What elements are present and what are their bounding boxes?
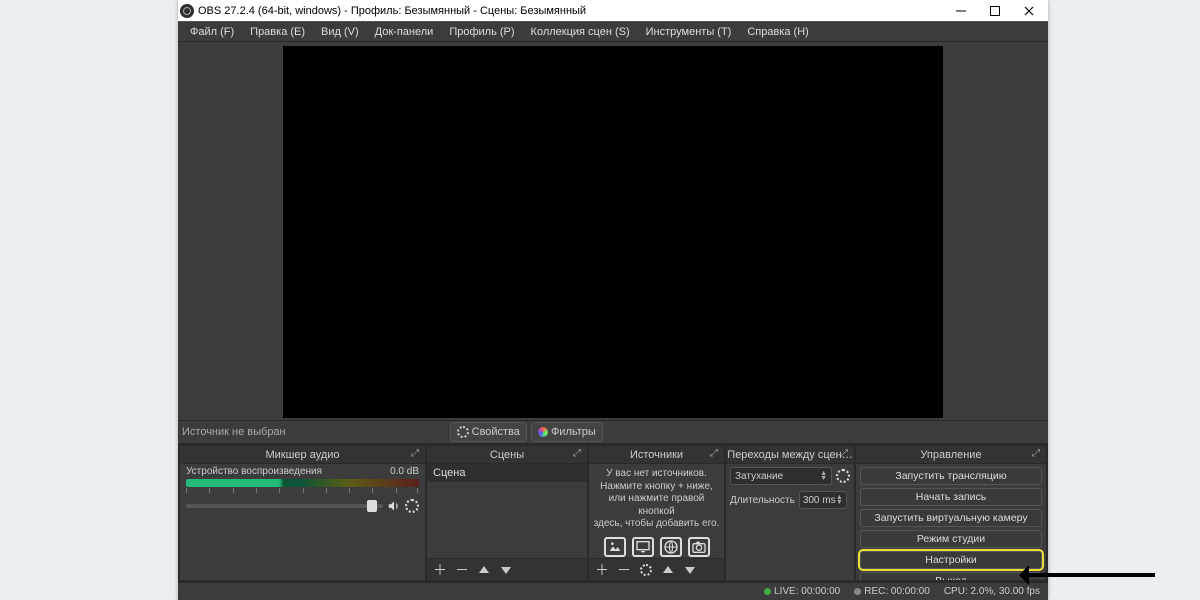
- close-button[interactable]: [1012, 0, 1046, 21]
- display-source-icon: [632, 537, 654, 557]
- detach-icon[interactable]: ⤢: [1030, 448, 1042, 460]
- source-toolbar: Источник не выбран Свойства Фильтры: [178, 420, 1048, 444]
- scenes-title: Сцены: [490, 449, 524, 461]
- menubar: Файл (F) Правка (E) Вид (V) Док-панели П…: [178, 21, 1048, 42]
- scenes-list[interactable]: Сцена: [427, 464, 587, 558]
- properties-label: Свойства: [472, 426, 520, 438]
- transition-select[interactable]: Затухание ▲▼: [730, 467, 832, 485]
- speaker-icon[interactable]: [387, 499, 401, 513]
- detach-icon[interactable]: ⤢: [571, 448, 583, 460]
- scene-down-button[interactable]: [497, 561, 515, 579]
- obs-logo-icon: [180, 4, 194, 18]
- titlebar: OBS 27.2.4 (64-bit, windows) - Профиль: …: [178, 0, 1048, 21]
- live-status: LIVE: 00:00:00: [764, 586, 840, 597]
- sources-list[interactable]: У вас нет источников. Нажмите кнопку + н…: [589, 464, 724, 558]
- dock-transitions: Переходы между сцен… ⤢ Затухание ▲▼ Длит…: [726, 446, 854, 580]
- preview-canvas[interactable]: [283, 46, 943, 418]
- audio-device-label: Устройство воспроизведения: [186, 466, 322, 477]
- add-scene-button[interactable]: ＋: [431, 561, 449, 579]
- source-properties-button[interactable]: [637, 561, 655, 579]
- start-vcam-button[interactable]: Запустить виртуальную камеру: [860, 509, 1042, 527]
- duration-input[interactable]: 300 ms ▲▼: [799, 491, 847, 509]
- add-source-button[interactable]: ＋: [593, 561, 611, 579]
- scene-up-button[interactable]: [475, 561, 493, 579]
- source-down-button[interactable]: [681, 561, 699, 579]
- audio-channel: Устройство воспроизведения 0.0 dB: [180, 464, 425, 513]
- rec-status: REC: 00:00:00: [854, 586, 930, 597]
- dock-sources: Источники ⤢ У вас нет источников. Нажмит…: [589, 446, 724, 580]
- audio-mixer-title: Микшер аудио: [265, 449, 339, 461]
- window-buttons: [944, 0, 1046, 21]
- audio-ticks: [186, 488, 419, 496]
- window-title: OBS 27.2.4 (64-bit, windows) - Профиль: …: [198, 5, 944, 17]
- camera-source-icon: [688, 537, 710, 557]
- duration-label: Длительность: [730, 495, 795, 506]
- remove-scene-button[interactable]: －: [453, 561, 471, 579]
- dock-audio-mixer: Микшер аудио ⤢ Устройство воспроизведени…: [180, 446, 425, 580]
- menu-edit[interactable]: Правка (E): [242, 24, 313, 40]
- scene-item[interactable]: Сцена: [427, 464, 587, 483]
- browser-source-icon: [660, 537, 682, 557]
- menu-tools[interactable]: Инструменты (T): [638, 24, 740, 40]
- properties-button[interactable]: Свойства: [450, 422, 527, 442]
- source-type-icons: [589, 533, 724, 559]
- gear-icon: [457, 426, 469, 438]
- sources-empty-message: У вас нет источников. Нажмите кнопку + н…: [589, 464, 724, 533]
- detach-icon[interactable]: ⤢: [708, 448, 720, 460]
- transitions-title: Переходы между сцен…: [727, 449, 852, 461]
- obs-window: OBS 27.2.4 (64-bit, windows) - Профиль: …: [178, 0, 1048, 600]
- filter-icon: [538, 427, 548, 437]
- cpu-status: CPU: 2.0%, 30.00 fps: [944, 586, 1040, 597]
- record-icon: [854, 588, 861, 595]
- start-stream-button[interactable]: Запустить трансляцию: [860, 467, 1042, 485]
- minimize-button[interactable]: [944, 0, 978, 21]
- detach-icon[interactable]: ⤢: [409, 448, 421, 460]
- start-record-button[interactable]: Начать запись: [860, 488, 1042, 506]
- menu-view[interactable]: Вид (V): [313, 24, 367, 40]
- gear-icon[interactable]: [836, 469, 850, 483]
- preview-area: [178, 42, 1048, 420]
- transition-value: Затухание: [735, 471, 783, 482]
- no-source-label: Источник не выбран: [182, 426, 286, 438]
- detach-icon[interactable]: ⤢: [838, 448, 850, 460]
- broadcast-icon: [764, 588, 771, 595]
- audio-level-label: 0.0 dB: [390, 466, 419, 477]
- menu-docks[interactable]: Док-панели: [367, 24, 442, 40]
- image-source-icon: [604, 537, 626, 557]
- menu-scene-collection[interactable]: Коллекция сцен (S): [523, 24, 638, 40]
- volume-slider[interactable]: [186, 504, 383, 508]
- duration-value: 300 ms: [803, 495, 836, 506]
- sources-title: Источники: [630, 449, 683, 461]
- chevron-icon: ▲▼: [820, 471, 827, 481]
- source-up-button[interactable]: [659, 561, 677, 579]
- menu-file[interactable]: Файл (F): [182, 24, 242, 40]
- spinner-icon[interactable]: ▲▼: [836, 495, 843, 505]
- maximize-button[interactable]: [978, 0, 1012, 21]
- remove-source-button[interactable]: －: [615, 561, 633, 579]
- studio-mode-button[interactable]: Режим студии: [860, 530, 1042, 548]
- annotation-arrow: [1025, 573, 1155, 577]
- gear-icon[interactable]: [405, 499, 419, 513]
- menu-help[interactable]: Справка (H): [739, 24, 816, 40]
- controls-title: Управление: [920, 449, 981, 461]
- menu-profile[interactable]: Профиль (P): [441, 24, 522, 40]
- dock-scenes: Сцены ⤢ Сцена ＋ －: [427, 446, 587, 580]
- docks-row: Микшер аудио ⤢ Устройство воспроизведени…: [178, 444, 1048, 582]
- filters-label: Фильтры: [551, 426, 596, 438]
- dock-controls: Управление ⤢ Запустить трансляцию Начать…: [856, 446, 1046, 580]
- statusbar: LIVE: 00:00:00 REC: 00:00:00 CPU: 2.0%, …: [178, 582, 1048, 600]
- audio-meter: [186, 479, 419, 487]
- sources-footer: ＋ －: [589, 558, 724, 580]
- filters-button[interactable]: Фильтры: [531, 422, 603, 442]
- scenes-footer: ＋ －: [427, 558, 587, 580]
